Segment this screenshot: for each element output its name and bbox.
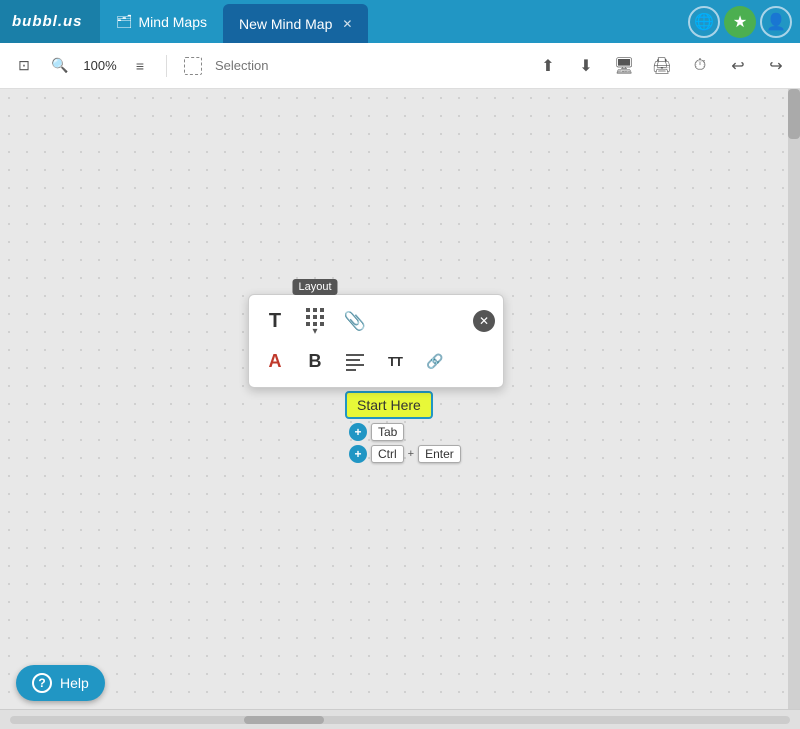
tab-bar: bubbl.us 🗂 Mind Maps New Mind Map ✕ 🌐 ★ …	[0, 0, 800, 43]
tab-new-mind-map[interactable]: New Mind Map ✕	[223, 4, 368, 43]
screen-button[interactable]: 🖥	[610, 52, 638, 80]
tab-close-icon[interactable]: ✕	[342, 17, 352, 31]
print-button[interactable]: 🖨	[648, 52, 676, 80]
node-hint-ctrl-enter: + Ctrl + Enter	[349, 445, 461, 463]
history-icon: ⏱	[694, 57, 706, 75]
menu-button[interactable]: ≡	[126, 52, 154, 80]
redo-icon: ↪	[769, 56, 782, 76]
zoom-display: 100%	[82, 58, 118, 73]
zoom-button[interactable]: 🔍	[46, 52, 74, 80]
link-icon: 🔗	[426, 353, 443, 370]
download-button[interactable]: ⬇	[572, 52, 600, 80]
attach-icon: 📎	[344, 311, 366, 332]
scrollbar-horizontal-thumb[interactable]	[244, 716, 324, 724]
logo-text: bubbl.us	[12, 13, 83, 30]
bold-button[interactable]: B	[297, 343, 333, 379]
close-button[interactable]: ✕	[473, 310, 495, 332]
layout-icon	[304, 306, 326, 328]
floating-toolbar-row2: A B TT 🔗	[257, 341, 495, 381]
user-button[interactable]: 👤	[760, 6, 792, 38]
star-icon: ★	[733, 12, 747, 32]
format-icon: TT	[388, 354, 402, 369]
user-icon: 👤	[766, 12, 786, 32]
tab-spacer	[368, 0, 680, 43]
select-button[interactable]	[179, 52, 207, 80]
layout-button[interactable]: Layout ▾	[297, 303, 333, 339]
floating-toolbar: T Layout ▾	[248, 294, 504, 388]
globe-button[interactable]: 🌐	[688, 6, 720, 38]
selection-input[interactable]	[215, 58, 295, 73]
undo-icon: ↩	[731, 56, 744, 76]
help-icon: ?	[32, 673, 52, 693]
align-icon	[344, 350, 366, 372]
color-icon: A	[269, 351, 282, 372]
help-label: Help	[60, 675, 89, 691]
canvas-area[interactable]: T Layout ▾	[0, 89, 800, 709]
hint-plus-ctrl: +	[349, 445, 367, 463]
scrollbar-vertical-thumb[interactable]	[788, 89, 800, 139]
logo: bubbl.us	[0, 0, 100, 43]
text-button[interactable]: T	[257, 303, 293, 339]
tab-mind-maps-icon: 🗂	[116, 14, 133, 30]
menu-icon: ≡	[136, 58, 144, 74]
tab-mind-maps-label: Mind Maps	[139, 14, 207, 30]
close-icon: ✕	[479, 314, 489, 328]
hint-enter-key: Enter	[418, 445, 461, 463]
color-button[interactable]: A	[257, 343, 293, 379]
globe-icon: 🌐	[694, 12, 714, 32]
node-label[interactable]: Start Here	[345, 391, 433, 419]
share-button[interactable]: ⬆	[534, 52, 562, 80]
zoom-icon: 🔍	[51, 57, 68, 74]
scrollbar-horizontal[interactable]	[10, 716, 790, 724]
bottom-bar	[0, 709, 800, 729]
floating-toolbar-row1: T Layout ▾	[257, 301, 495, 341]
share-icon: ⬆	[541, 56, 554, 76]
hint-ctrl-key: Ctrl	[371, 445, 404, 463]
fit-button[interactable]: ⊡	[10, 52, 38, 80]
layout-chevron: ▾	[312, 326, 317, 337]
screen-icon: 🖥	[614, 56, 634, 76]
tab-new-mind-map-label: New Mind Map	[239, 16, 332, 32]
toolbar-right: ⬆ ⬇ 🖥 🖨 ⏱ ↩ ↪	[534, 52, 790, 80]
align-button[interactable]	[337, 343, 373, 379]
redo-button[interactable]: ↪	[762, 52, 790, 80]
undo-button[interactable]: ↩	[724, 52, 752, 80]
help-button[interactable]: ? Help	[16, 665, 105, 701]
divider1	[166, 55, 167, 77]
tab-mind-maps[interactable]: 🗂 Mind Maps	[100, 0, 223, 43]
hint-plus-tab: +	[349, 423, 367, 441]
header-actions: 🌐 ★ 👤	[680, 0, 800, 43]
download-icon: ⬇	[579, 56, 592, 76]
print-icon: 🖨	[652, 56, 672, 76]
bold-icon: B	[309, 351, 322, 372]
history-button[interactable]: ⏱	[686, 52, 714, 80]
text-icon: T	[269, 310, 281, 333]
format-button[interactable]: TT	[377, 343, 413, 379]
fit-icon: ⊡	[18, 57, 30, 74]
link-button[interactable]: 🔗	[417, 343, 453, 379]
attach-button[interactable]: 📎	[337, 303, 373, 339]
star-button[interactable]: ★	[724, 6, 756, 38]
node-hint-tab: + Tab	[349, 423, 461, 441]
scrollbar-vertical[interactable]	[788, 89, 800, 709]
hint-tab-key: Tab	[371, 423, 404, 441]
select-icon	[184, 57, 202, 75]
start-here-node[interactable]: Start Here + Tab + Ctrl + Enter	[345, 391, 461, 463]
toolbar: ⊡ 🔍 100% ≡ ⬆ ⬇ 🖥 🖨 ⏱ ↩ ↪	[0, 43, 800, 89]
